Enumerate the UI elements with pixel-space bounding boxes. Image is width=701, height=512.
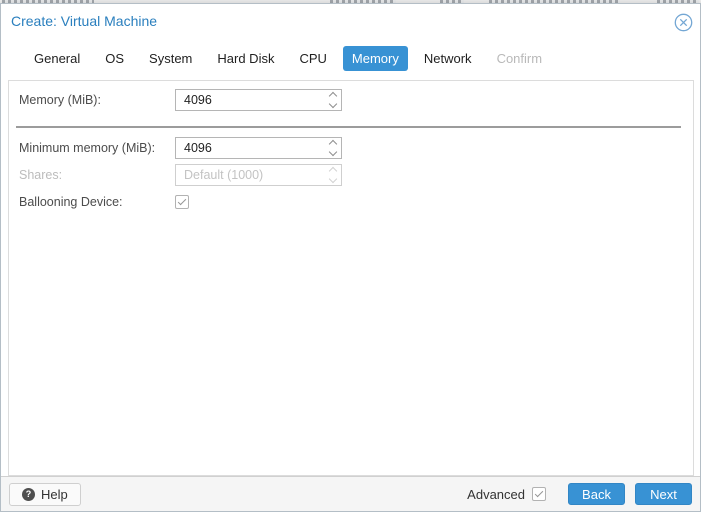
close-button[interactable] (673, 12, 693, 32)
spinner-down-icon (328, 174, 338, 184)
checkmark-icon (534, 488, 544, 498)
spinner-down-icon (328, 147, 338, 157)
memory-form-panel: Memory (MiB): Minimum memory (MiB): (8, 80, 694, 476)
dialog-titlebar: Create: Virtual Machine (1, 4, 700, 42)
dialog-title: Create: Virtual Machine (11, 13, 158, 29)
ballooning-label: Ballooning Device: (19, 195, 123, 209)
min-memory-row: Minimum memory (MiB): (12, 137, 687, 159)
tab-general[interactable]: General (25, 46, 89, 71)
ballooning-checkbox[interactable] (175, 195, 189, 209)
back-button[interactable]: Back (568, 483, 625, 505)
memory-spin-buttons[interactable] (328, 91, 338, 109)
advanced-checkbox[interactable] (532, 487, 546, 501)
checkmark-icon (177, 196, 187, 206)
tab-cpu[interactable]: CPU (290, 46, 335, 71)
help-button[interactable]: Help (9, 482, 81, 506)
tab-os[interactable]: OS (96, 46, 133, 71)
advanced-label: Advanced (467, 486, 525, 502)
shares-label: Shares: (19, 168, 63, 182)
shares-spinner (175, 164, 342, 186)
memory-label: Memory (MiB): (19, 93, 101, 107)
next-button[interactable]: Next (635, 483, 692, 505)
wizard-tabbar: General OS System Hard Disk CPU Memory N… (25, 46, 551, 71)
create-vm-dialog: Create: Virtual Machine General OS Syste… (0, 3, 701, 512)
advanced-separator (16, 126, 681, 128)
memory-spinner (175, 89, 342, 111)
tab-hard-disk[interactable]: Hard Disk (208, 46, 283, 71)
dialog-footer: Help Advanced Back Next (1, 476, 700, 511)
tab-system[interactable]: System (140, 46, 201, 71)
min-memory-input[interactable] (175, 137, 342, 159)
memory-row: Memory (MiB): (12, 89, 687, 111)
shares-input (175, 164, 342, 186)
min-memory-spinner (175, 137, 342, 159)
shares-spin-buttons (328, 166, 338, 184)
min-memory-spin-buttons[interactable] (328, 139, 338, 157)
spinner-down-icon (328, 99, 338, 109)
tab-network[interactable]: Network (415, 46, 481, 71)
tab-confirm: Confirm (496, 51, 543, 66)
shares-row: Shares: (12, 164, 687, 186)
memory-input[interactable] (175, 89, 342, 111)
ballooning-row: Ballooning Device: (12, 191, 687, 213)
min-memory-label: Minimum memory (MiB): (19, 141, 156, 155)
help-button-label: Help (41, 486, 68, 502)
help-icon (22, 487, 35, 501)
close-icon (674, 13, 692, 31)
tab-memory[interactable]: Memory (342, 46, 408, 71)
